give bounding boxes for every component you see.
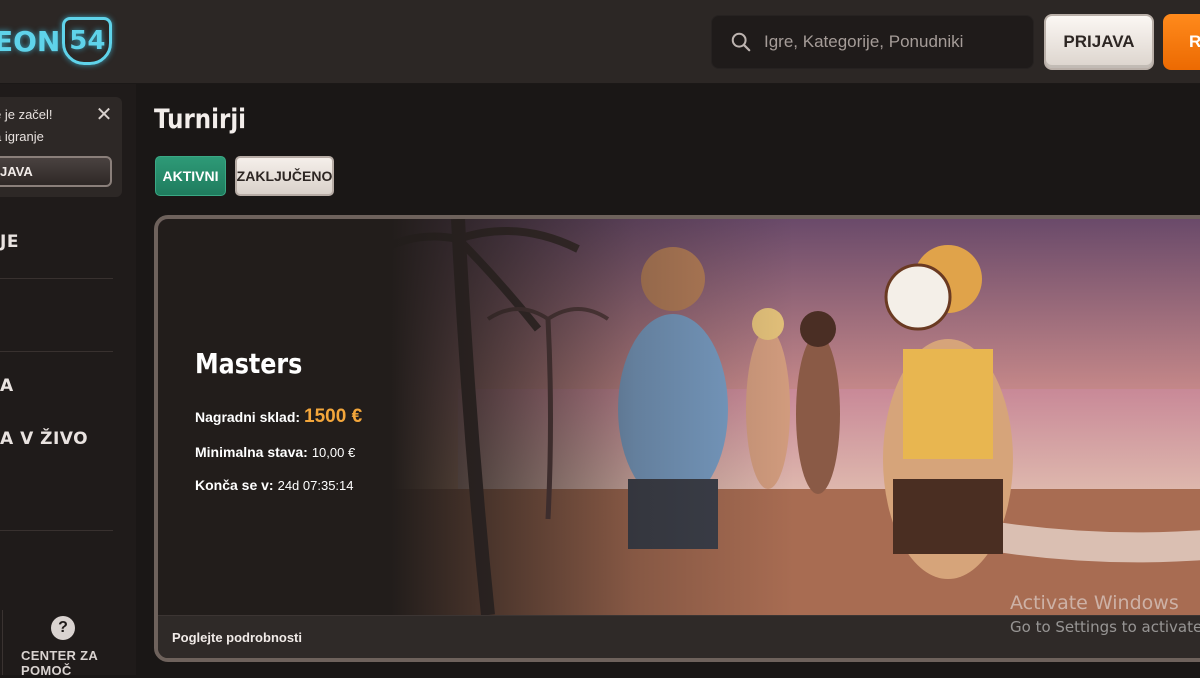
page-title: Turnirji [154,104,247,135]
divider [2,610,3,675]
prize-pool-value: 1500 € [304,406,363,427]
welcome-banner: e je začel! a igranje ✕ JAVA [0,97,122,197]
prize-pool-row: Nagradni sklad: 1500 € [195,406,362,428]
register-button[interactable]: R [1163,14,1200,70]
sidebar-item-promotions[interactable]: JE [0,232,19,252]
help-center-label: CENTER ZA POMOČ [21,648,98,678]
ends-in-label: Konča se v: [195,477,274,493]
search-input[interactable] [764,32,1024,52]
ends-in-value: 24d 07:35:14 [277,478,354,493]
logo[interactable]: EON 54 [0,14,113,68]
sidebar: e je začel! a igranje ✕ JAVA JE A A V ŽI… [0,84,136,678]
close-icon[interactable]: ✕ [94,105,114,125]
min-bet-row: Minimalna stava: 10,00 € [195,444,355,460]
min-bet-label: Minimalna stava: [195,444,308,460]
help-center[interactable]: ? CENTER ZA POMOČ [0,610,136,678]
search-icon [731,32,751,52]
help-icon: ? [51,616,75,640]
search-bar[interactable] [711,15,1034,69]
watermark-line2: Go to Settings to activate [1010,618,1200,636]
sidebar-item-casino[interactable]: A [0,376,14,396]
logo-badge: 54 [62,17,113,65]
view-details-link[interactable]: Poglejte podrobnosti [172,630,302,645]
watermark-line1: Activate Windows [1010,592,1179,614]
sidebar-divider [0,278,113,279]
welcome-text-line1: e je začel! [0,107,53,122]
top-bar: EON 54 PRIJAVA R [0,0,1200,84]
tab-finished[interactable]: ZAKLJUČENO [235,156,334,196]
logo-text: EON [0,24,61,58]
sidebar-divider [0,530,113,531]
tab-active[interactable]: AKTIVNI [155,156,226,196]
tournament-name: Masters [195,347,303,380]
ends-in-row: Konča se v: 24d 07:35:14 [195,477,354,493]
login-button[interactable]: PRIJAVA [1044,14,1154,70]
sidebar-divider [0,351,113,352]
sidebar-item-live-casino[interactable]: A V ŽIVO [0,429,88,449]
prize-pool-label: Nagradni sklad: [195,409,301,425]
welcome-login-button[interactable]: JAVA [0,156,112,187]
welcome-text-line2: a igranje [0,129,44,144]
min-bet-value: 10,00 € [311,445,356,460]
windows-activation-watermark: Activate Windows Go to Settings to activ… [1010,592,1200,636]
